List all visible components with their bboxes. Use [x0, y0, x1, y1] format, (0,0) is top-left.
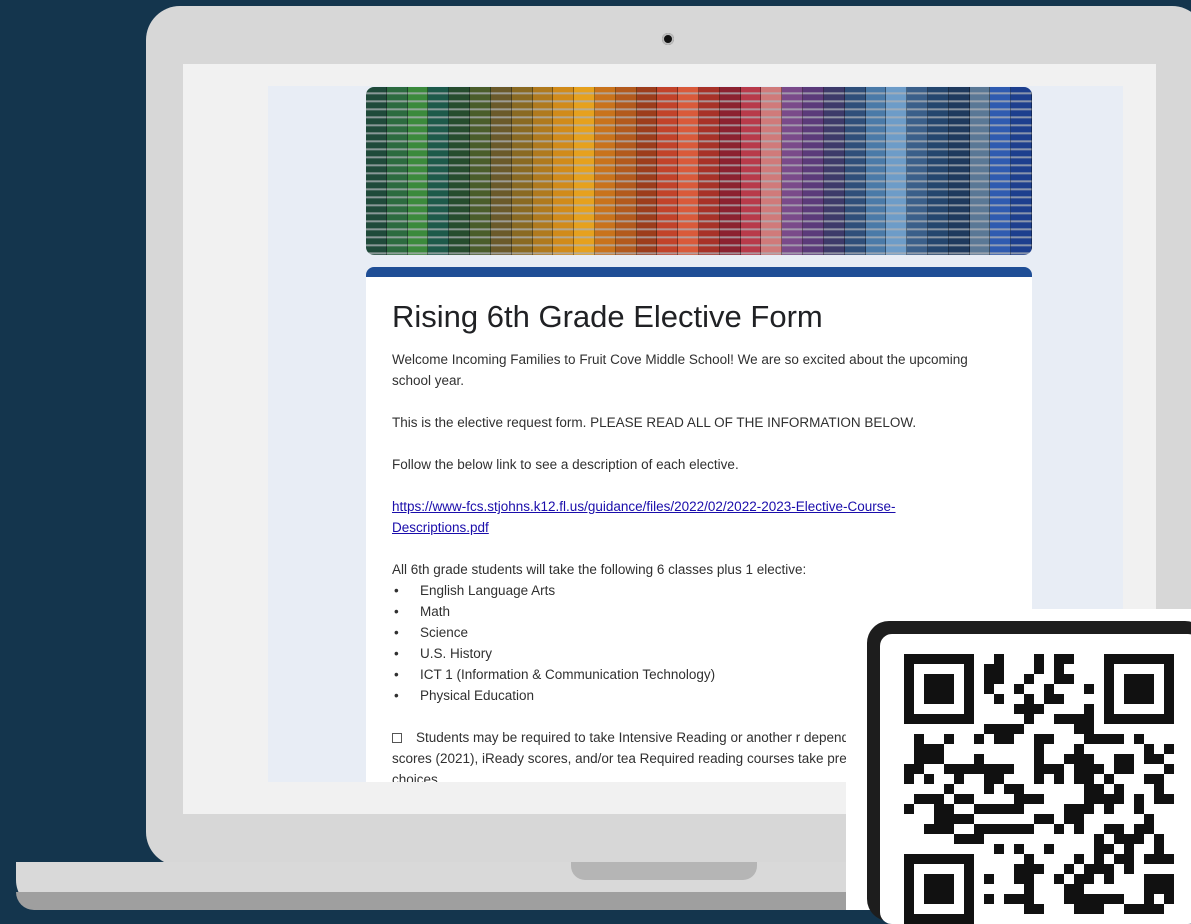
yarn-strand [1011, 87, 1032, 255]
yarn-strand [407, 87, 429, 255]
yarn-strand [428, 87, 450, 255]
yarn-strand [782, 87, 804, 255]
yarn-strand [574, 87, 595, 255]
yarn-strand [927, 87, 949, 255]
instructions-text: This is the elective request form. PLEAS… [392, 415, 917, 430]
class-item: English Language Arts [392, 580, 992, 601]
yarn-strand [470, 87, 491, 255]
yarn-strand [553, 87, 575, 255]
elective-descriptions-link[interactable]: https://www-fcs.stjohns.k12.fl.us/guidan… [392, 499, 896, 535]
yarn-strand [366, 87, 387, 255]
yarn-strand [761, 87, 783, 255]
yarn-strand [657, 87, 679, 255]
classes-intro: All 6th grade students will take the fol… [392, 562, 807, 577]
camera-icon [662, 33, 674, 45]
welcome-text: Welcome Incoming Families to Fruit Cove … [392, 352, 968, 388]
yarn-strand [678, 87, 699, 255]
yarn-strand [886, 87, 908, 255]
yarn-strand [532, 87, 554, 255]
yarn-strand [386, 87, 408, 255]
qr-code-graphic [904, 654, 1174, 924]
follow-link-text: Follow the below link to see a descripti… [392, 457, 739, 472]
yarn-strand [969, 87, 991, 255]
yarn-strand [907, 87, 928, 255]
yarn-strand [699, 87, 720, 255]
yarn-strand [490, 87, 512, 255]
header-banner-image [366, 87, 1032, 255]
yarn-strand [719, 87, 741, 255]
yarn-strand [823, 87, 845, 255]
yarn-strand [990, 87, 1012, 255]
square-bullet-icon [392, 733, 402, 744]
yarn-strand [948, 87, 970, 255]
yarn-strand [740, 87, 762, 255]
yarn-strand [844, 87, 866, 255]
laptop-base-notch [571, 862, 757, 880]
yarn-strand [449, 87, 471, 255]
yarn-strand [865, 87, 887, 255]
qr-code-icon [880, 634, 1191, 924]
yarn-strand [803, 87, 824, 255]
yarn-strand [615, 87, 637, 255]
yarn-strand [636, 87, 658, 255]
yarn-strand [594, 87, 616, 255]
yarn-strand [511, 87, 533, 255]
form-title: Rising 6th Grade Elective Form [392, 299, 823, 334]
